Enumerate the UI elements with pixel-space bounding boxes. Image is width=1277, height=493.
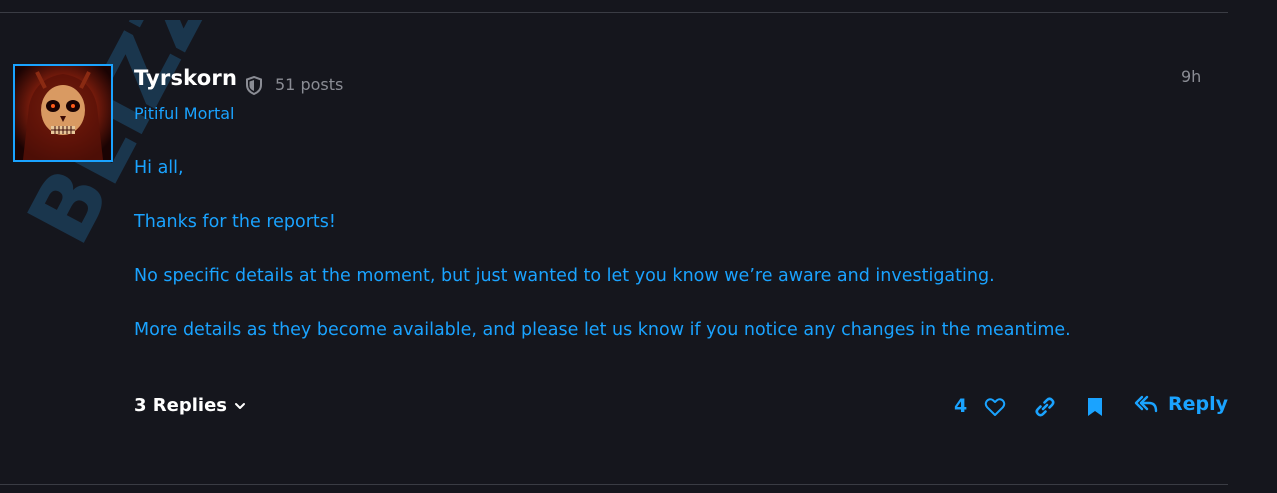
heart-icon[interactable]: [984, 397, 1006, 417]
bottom-divider: [0, 484, 1228, 485]
post-paragraph: No specific details at the moment, but j…: [134, 266, 995, 286]
post-paragraph: More details as they become available, a…: [134, 320, 1071, 340]
replies-toggle-button[interactable]: 3 Replies: [134, 395, 247, 416]
post-paragraph: Hi all,: [134, 158, 184, 178]
bookmark-icon[interactable]: [1087, 397, 1103, 417]
demon-skull-avatar-icon: [15, 66, 111, 160]
link-icon[interactable]: [1034, 396, 1056, 418]
author-name[interactable]: Tyrskorn: [134, 66, 237, 90]
post-timestamp[interactable]: 9h: [1181, 67, 1201, 86]
shield-icon: [246, 76, 262, 95]
reply-button[interactable]: Reply: [1134, 393, 1228, 415]
chevron-down-icon: [235, 402, 246, 409]
top-divider: [0, 12, 1228, 13]
replies-label: 3 Replies: [134, 395, 228, 416]
avatar[interactable]: [13, 64, 113, 162]
author-post-count: 51 posts: [275, 75, 344, 94]
author-rank: Pitiful Mortal: [134, 104, 235, 123]
post-paragraph: Thanks for the reports!: [134, 212, 336, 232]
like-count: 4: [954, 395, 968, 417]
reply-icon: [1134, 395, 1158, 413]
reply-label: Reply: [1168, 393, 1229, 415]
